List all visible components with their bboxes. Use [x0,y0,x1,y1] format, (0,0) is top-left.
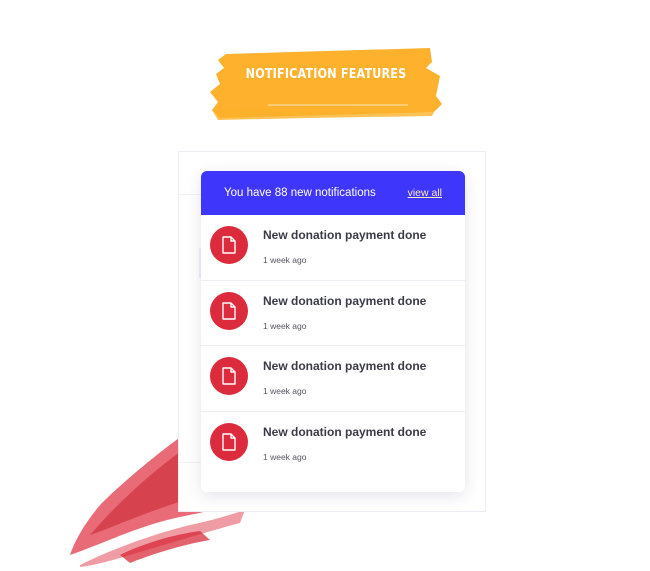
notification-dropdown: You have 88 new notifications view all N… [201,171,465,492]
dropdown-header: You have 88 new notifications view all [201,171,465,215]
notification-item[interactable]: New donation payment done 1 week ago [201,215,465,281]
ghost-line [179,462,201,463]
notification-item[interactable]: New donation payment done 1 week ago [201,281,465,346]
notification-title: New donation payment done [263,359,427,373]
notification-count-text: You have 88 new notifications [224,187,376,199]
section-banner: NOTIFICATION FEATURES [208,46,444,126]
notification-title: New donation payment done [263,293,427,308]
notification-time: 1 week ago [263,451,307,462]
notification-time: 1 week ago [263,386,307,396]
notification-title: New donation payment done [263,424,427,439]
notification-item[interactable]: New donation payment done 1 week ago [201,346,465,412]
notification-item[interactable]: New donation payment done 1 week ago [201,412,465,478]
view-all-link[interactable]: view all [408,187,442,199]
yellow-brush-shape [210,48,442,120]
notification-time: 1 week ago [263,320,307,331]
file-icon [210,226,248,264]
notification-title: New donation payment done [263,228,427,242]
banner-title: NOTIFICATION FEATURES [245,67,407,82]
file-icon [210,291,248,330]
notification-time: 1 week ago [263,255,307,265]
file-icon [210,357,248,395]
file-icon [210,422,248,461]
ghost-line [179,194,201,195]
